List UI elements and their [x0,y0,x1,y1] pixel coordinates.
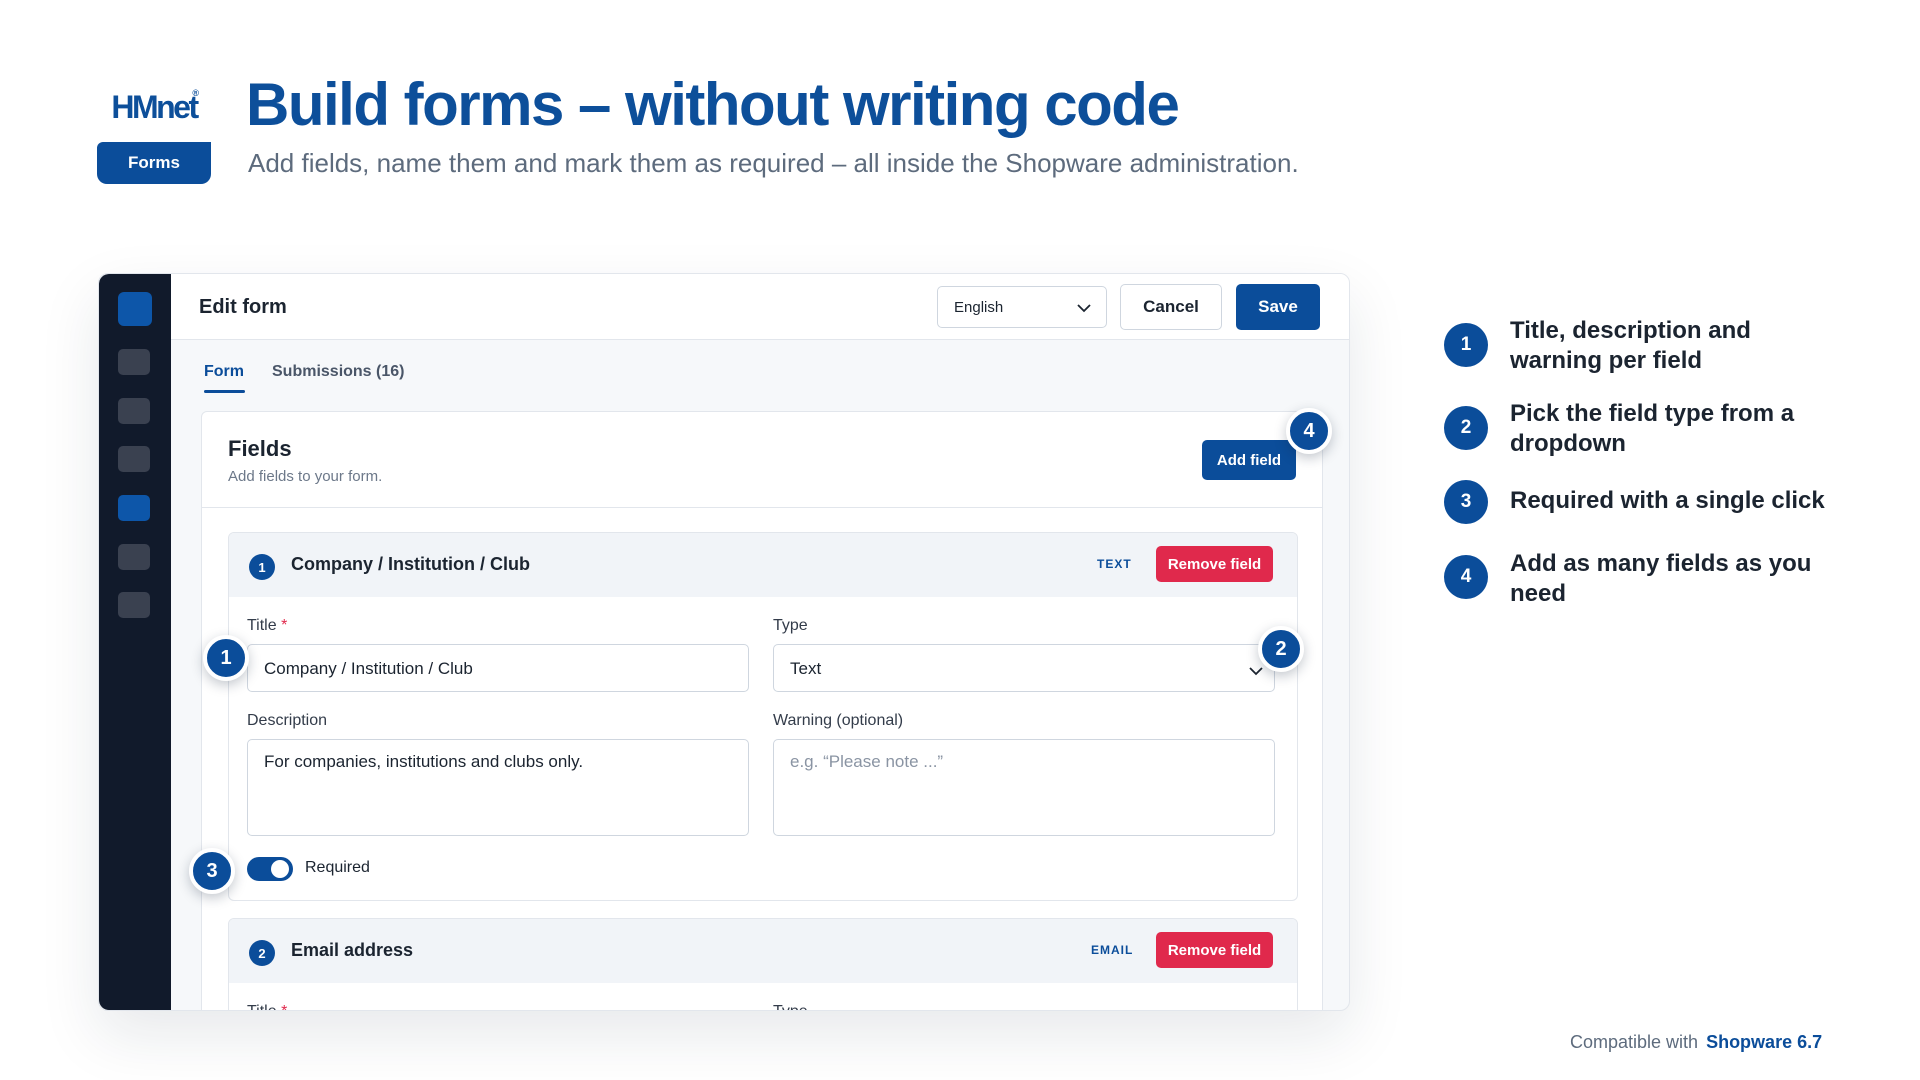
field-type-tag: TEXT [1097,557,1132,571]
sidebar-nav-icon[interactable] [118,544,150,570]
brand-logo: HMnet ® Forms [97,72,211,184]
warning-textarea[interactable]: e.g. “Please note ...” [773,739,1275,836]
field-type-tag: EMAIL [1091,943,1134,957]
field-name: Company / Institution / Club [291,554,530,574]
compatibility-note: Compatible with Shopware 6.7 [1570,1032,1823,1052]
required-label: Required [305,859,370,876]
callout-badge: 1 [203,635,249,681]
chevron-down-icon [1077,304,1091,313]
feature-text: Required with a single click [1510,487,1825,514]
sidebar-nav-icon[interactable] [118,398,150,424]
title-label: Title * [247,617,288,634]
sidebar-nav-icon-active[interactable] [118,495,150,521]
save-button[interactable]: Save [1236,284,1320,330]
feature-text: Pick the field type from a dropdown [1510,400,1795,457]
callout-badge: 4 [1286,408,1332,454]
description-label: Description [247,712,328,729]
fields-title: Fields [228,436,292,461]
field-header: 2 Email address EMAIL Remove field [229,919,1297,983]
title-input[interactable]: Company / Institution / Club [247,644,749,692]
callout-badge: 2 [1258,626,1304,672]
sidebar [99,274,171,1010]
feature-number: 1 [1444,323,1488,367]
chevron-down-icon [1249,667,1263,676]
sidebar-nav-icon[interactable] [118,592,150,618]
feature-text: Title, description and warning per field [1510,317,1751,374]
field-number: 1 [249,554,275,580]
required-toggle[interactable] [247,857,293,881]
type-label: Type [773,1003,808,1010]
remove-field-button[interactable]: Remove field [1156,546,1273,582]
type-value: Text [790,659,822,678]
feature-number: 4 [1444,555,1488,599]
feature-text: Add as many fields as you need [1510,550,1812,607]
sidebar-nav-icon[interactable] [118,446,150,472]
logo-badge: Forms [97,142,211,184]
fields-card: Fields Add fields to your form. Add fiel… [201,411,1323,1010]
field-card: 1 Company / Institution / Club TEXT Remo… [228,532,1298,901]
remove-field-button[interactable]: Remove field [1156,932,1273,968]
tab-form[interactable]: Form [204,363,244,381]
active-tab-indicator [204,390,245,393]
toggle-knob [271,860,289,878]
feature-number: 3 [1444,480,1488,524]
field-number: 2 [249,940,275,966]
sidebar-nav-icon[interactable] [118,349,150,375]
tab-submissions[interactable]: Submissions (16) [272,363,404,381]
type-label: Type [773,617,808,634]
language-select[interactable]: English [937,286,1107,328]
field-card: 2 Email address EMAIL Remove field Title… [228,918,1298,1010]
divider [202,507,1322,508]
title-label: Title * [247,1003,287,1010]
cancel-button[interactable]: Cancel [1120,284,1222,330]
logo-wordmark: HMnet ® [111,88,199,125]
warning-label: Warning (optional) [773,712,904,729]
field-header: 1 Company / Institution / Club TEXT Remo… [229,533,1297,597]
language-value: English [954,298,1004,316]
hero-subtitle: Add fields, name them and mark them as r… [248,148,1299,178]
field-name: Email address [291,940,414,960]
sidebar-logo-icon[interactable] [118,292,152,326]
feature-number: 2 [1444,406,1488,450]
app-window: Edit form English Cancel Save Form Submi… [98,273,1350,1011]
type-select[interactable]: Text [773,644,1275,692]
compat-product: Shopware 6.7 [1706,1032,1823,1052]
description-textarea[interactable]: For companies, institutions and clubs on… [247,739,749,836]
callout-badge: 3 [189,848,235,894]
topbar: Edit form English Cancel Save [171,274,1349,340]
warning-placeholder: e.g. “Please note ...” [790,752,944,771]
hero-title: Build forms – without writing code [246,71,1180,138]
fields-subtitle: Add fields to your form. [228,468,383,485]
page-title: Edit form [199,296,287,318]
add-field-button[interactable]: Add field [1202,440,1296,480]
